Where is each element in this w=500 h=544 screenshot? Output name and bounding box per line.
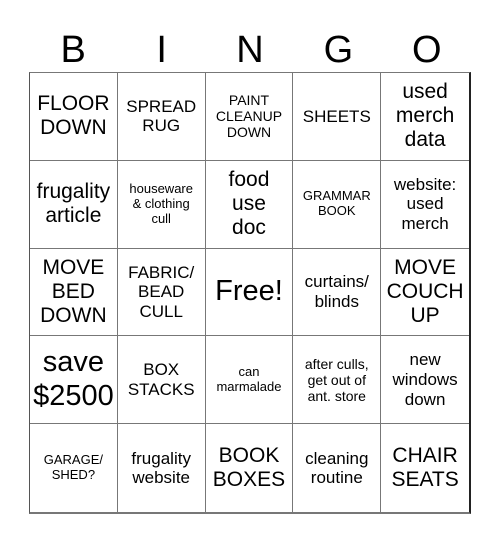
bingo-cell-label: BOX STACKS xyxy=(127,360,195,399)
bingo-cell[interactable]: GRAMMAR BOOK xyxy=(293,160,382,249)
bingo-cell[interactable]: MOVE COUCH UP xyxy=(381,249,469,337)
bingo-cell-label: website: used merch xyxy=(393,174,457,233)
bingo-cell-label: SPREAD RUG xyxy=(126,96,197,136)
header-letter-n: N xyxy=(236,29,264,71)
bingo-cell-label: Free! xyxy=(215,275,283,308)
bingo-cell-label: frugality article xyxy=(36,180,111,228)
bingo-cell[interactable]: FLOOR DOWN xyxy=(30,73,118,161)
bingo-cell-label: used merch data xyxy=(395,80,455,152)
bingo-cell-label: SHEETS xyxy=(302,106,371,126)
bingo-cell[interactable]: food use doc xyxy=(205,160,294,249)
bingo-cell-label: houseware & clothing cull xyxy=(129,180,193,226)
bingo-grid: FLOOR DOWN SPREAD RUG PAINT CLEANUP DOWN SH… xyxy=(29,72,471,514)
bingo-cell-label: FABRIC/ BEAD CULL xyxy=(128,262,195,321)
bingo-cell[interactable]: curtains/ blinds xyxy=(293,248,382,337)
bingo-cell-label: GRAMMAR BOOK xyxy=(302,188,371,219)
bingo-cell-label: MOVE BED DOWN xyxy=(40,255,107,328)
bingo-cell-label: FLOOR DOWN xyxy=(37,92,110,140)
bingo-cell[interactable]: can marmalade xyxy=(205,336,294,425)
header-letter-g: G xyxy=(323,29,354,71)
bingo-cell-label: can marmalade xyxy=(216,363,282,394)
bingo-cell[interactable]: houseware & clothing cull xyxy=(117,160,206,249)
bingo-cell[interactable]: save $2500 xyxy=(30,336,118,425)
bingo-cell-label: BOOK BOXES xyxy=(212,443,286,492)
bingo-cell-label: MOVE COUCH UP xyxy=(386,255,464,328)
bingo-cell[interactable]: SHEETS xyxy=(293,73,382,161)
bingo-cell[interactable]: new windows down xyxy=(381,336,469,425)
bingo-cell[interactable]: frugality website xyxy=(118,424,206,512)
bingo-cell-label: curtains/ blinds xyxy=(304,272,369,311)
bingo-cell[interactable]: frugality article xyxy=(30,160,118,249)
header-letter-b: B xyxy=(60,29,86,71)
bingo-cell[interactable]: BOX STACKS xyxy=(117,336,206,425)
bingo-header: B I N G O xyxy=(29,28,471,72)
bingo-cell[interactable]: FABRIC/ BEAD CULL xyxy=(117,248,206,337)
bingo-cell-label: cleaning routine xyxy=(305,448,369,488)
bingo-cell-label: GARAGE/ SHED? xyxy=(43,452,104,483)
bingo-cell[interactable]: MOVE BED DOWN xyxy=(30,248,118,337)
bingo-cell-label: after culls, get out of ant. store xyxy=(304,355,369,404)
header-letter-i: I xyxy=(156,29,167,71)
bingo-cell[interactable]: CHAIR SEATS xyxy=(381,424,469,512)
bingo-cell-label: food use doc xyxy=(228,167,270,240)
bingo-cell-label: save $2500 xyxy=(33,346,114,412)
bingo-cell-label: new windows down xyxy=(392,350,458,409)
bingo-cell[interactable]: BOOK BOXES xyxy=(206,424,294,512)
bingo-cell[interactable]: GARAGE/ SHED? xyxy=(30,424,118,512)
bingo-cell-label: frugality website xyxy=(131,448,191,488)
bingo-cell-label: PAINT CLEANUP DOWN xyxy=(215,92,283,141)
bingo-cell[interactable]: used merch data xyxy=(381,73,469,161)
bingo-cell[interactable]: after culls, get out of ant. store xyxy=(293,336,382,425)
bingo-cell[interactable]: SPREAD RUG xyxy=(117,73,206,161)
bingo-cell[interactable]: cleaning routine xyxy=(293,424,382,512)
header-letter-o: O xyxy=(412,29,442,71)
bingo-cell[interactable]: website: used merch xyxy=(381,161,469,249)
bingo-cell-free[interactable]: Free! xyxy=(205,248,294,337)
bingo-cell[interactable]: PAINT CLEANUP DOWN xyxy=(205,73,294,161)
bingo-cell-label: CHAIR SEATS xyxy=(391,443,459,492)
